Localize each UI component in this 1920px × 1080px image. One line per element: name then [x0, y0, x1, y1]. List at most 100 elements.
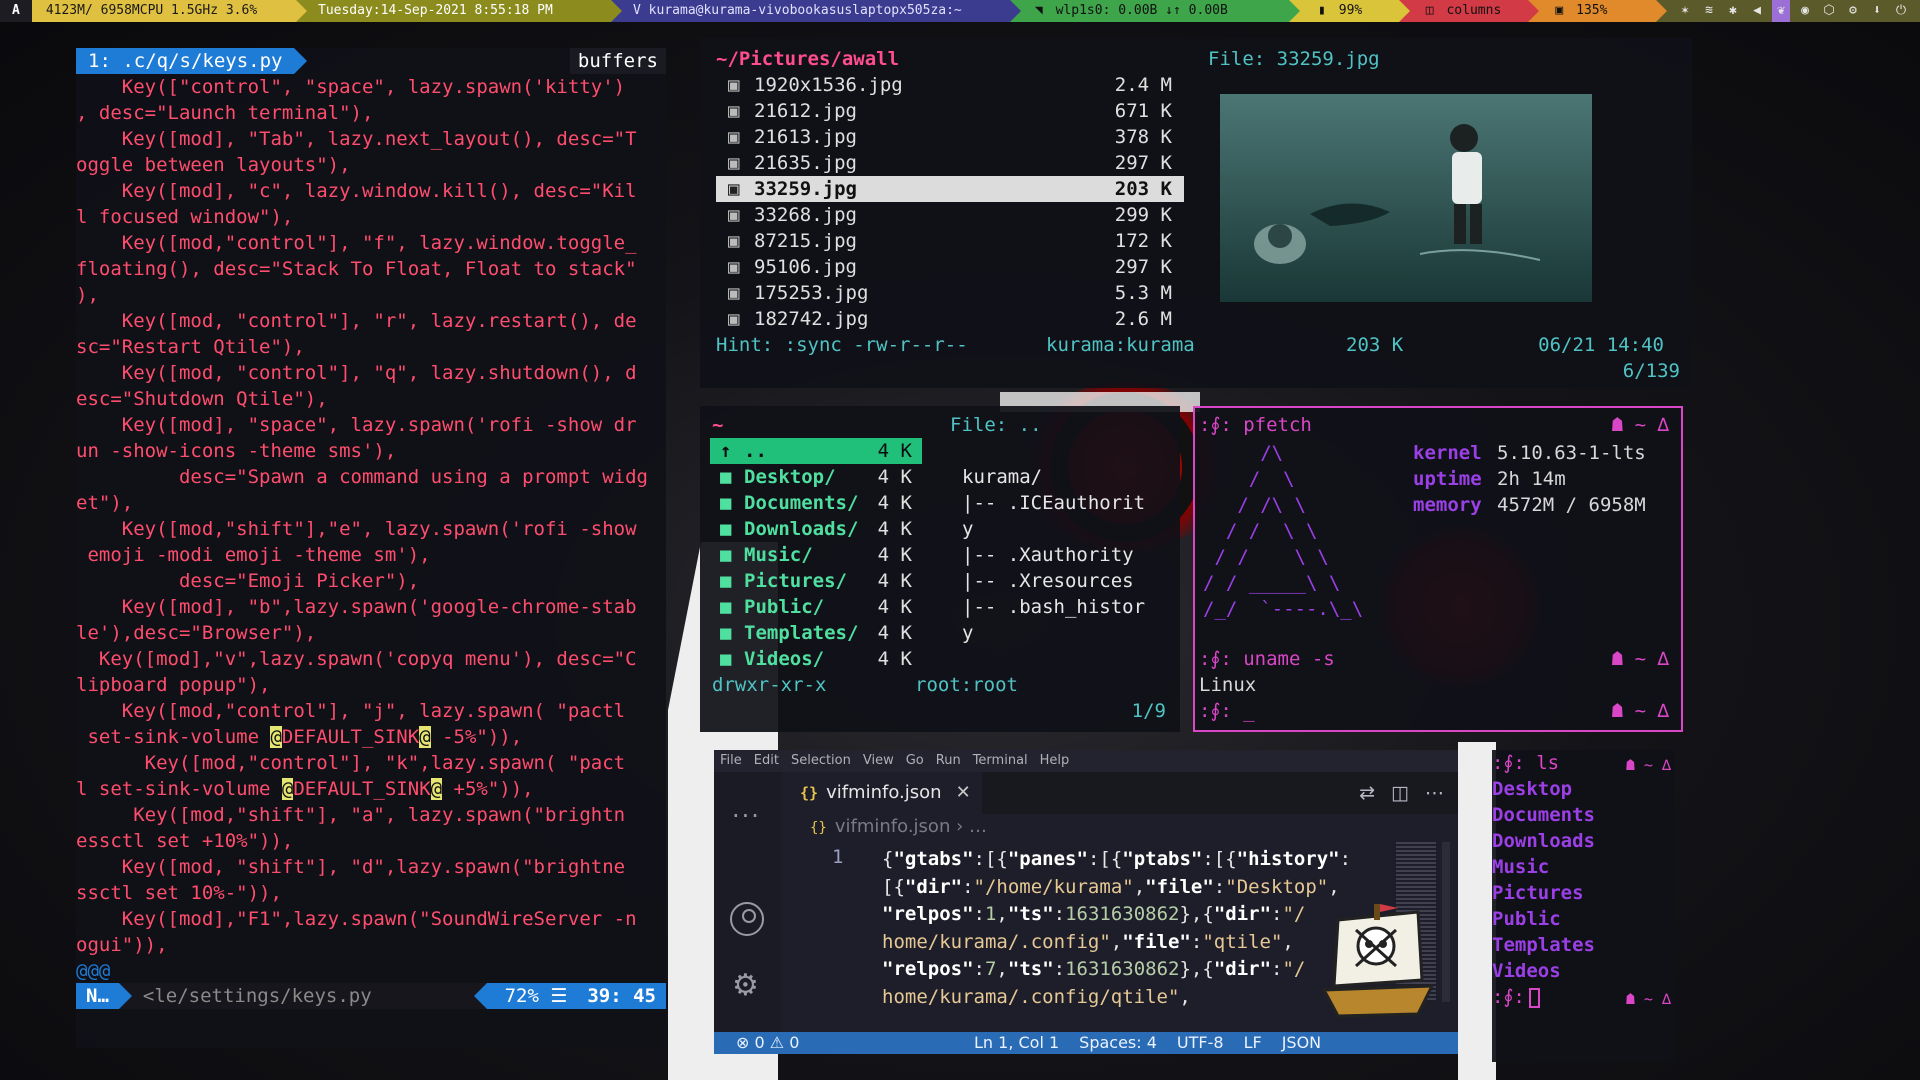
ls-terminal[interactable]: :∮: ls ☗ ~ ∆ Desktop Documents Downloads Mu…: [1492, 750, 1675, 1062]
network-widget: ◥ wlp1s0: 0.00B ↓↑ 0.00B: [1009, 0, 1301, 22]
language-mode[interactable]: JSON: [1282, 1032, 1321, 1054]
tray-chrome-icon[interactable]: ◉: [1796, 0, 1814, 22]
file-row[interactable]: ▣ 1920x1536.jpg 2.4 M: [716, 72, 1184, 98]
dir-row[interactable]: ■ Music/4 K: [710, 542, 922, 568]
vim-editor-pane[interactable]: 1: .c/q/s/keys.py buffers Key(["control"…: [76, 48, 666, 1048]
dir-row[interactable]: ■ Videos/4 K: [710, 646, 922, 672]
dir-size: 4 K: [877, 544, 912, 566]
dir-row[interactable]: ■ Downloads/4 K: [710, 516, 922, 542]
vim-buffer-tab[interactable]: 1: .c/q/s/keys.py: [76, 48, 308, 74]
file-row[interactable]: ▣ 33268.jpg 299 K: [716, 202, 1184, 228]
menu-item-run[interactable]: Run: [936, 750, 961, 772]
layout-widget[interactable]: ◫ columns: [1398, 0, 1539, 22]
cursor-position[interactable]: Ln 1, Col 1: [974, 1032, 1059, 1054]
dir-name: Public/: [744, 596, 825, 618]
file-row[interactable]: ▣ 175253.jpg 5.3 M: [716, 280, 1184, 306]
dir-row[interactable]: ■ Templates/4 K: [710, 620, 922, 646]
ls-entry: Downloads: [1492, 830, 1595, 852]
launcher-button[interactable]: A: [0, 0, 32, 22]
tray-wifi-icon[interactable]: ≋: [1700, 0, 1718, 22]
file-name: 182742.jpg: [754, 308, 869, 330]
menu-item-terminal[interactable]: Terminal: [973, 750, 1028, 772]
file-name: 33268.jpg: [754, 204, 857, 226]
vifm-home-pane[interactable]: ~ File: .. ↑.. 4 K ■ Desktop/4 K ■ Documents/…: [700, 406, 1180, 732]
file-row[interactable]: ▣ 21612.jpg 671 K: [716, 98, 1184, 124]
vim-code-line: l focused window"),: [76, 206, 294, 228]
more-actions-icon[interactable]: ⋯: [1425, 772, 1444, 814]
tray-shield-icon[interactable]: ⬡: [1820, 0, 1838, 22]
dir-row[interactable]: ↑.. 4 K: [710, 438, 922, 464]
layout-text: columns: [1446, 3, 1502, 18]
file-name: 175253.jpg: [754, 282, 869, 304]
tray-power-icon[interactable]: ⏻: [1892, 0, 1910, 22]
menu-item-selection[interactable]: Selection: [791, 750, 851, 772]
folder-icon: ■: [720, 544, 732, 566]
breadcrumb[interactable]: {} vifminfo.json › …: [810, 816, 987, 837]
image-file-icon: ▣: [728, 74, 740, 96]
dir-size: 4 K: [877, 492, 912, 514]
file-size: 299 K: [1114, 204, 1172, 226]
dir-row[interactable]: ■ Public/4 K: [710, 594, 922, 620]
menu-item-file[interactable]: File: [720, 750, 742, 772]
vim-code-line: desc="Emoji Picker"),: [76, 570, 420, 592]
tray-download-icon[interactable]: ⬇: [1868, 0, 1886, 22]
system-tray: ✶ ≋ ✱ ◀ ❦ ◉ ⬡ ⚙ ⬇ ⏻: [1656, 0, 1920, 22]
compare-icon[interactable]: ⇄: [1359, 772, 1375, 814]
file-size: 5.3 M: [1114, 282, 1172, 304]
breadcrumb-file: vifminfo.json: [834, 816, 951, 837]
code-line: "relpos":7,"ts":1631630862},{"dir":"/: [882, 958, 1306, 980]
tray-speaker-icon[interactable]: ◀: [1748, 0, 1766, 22]
tray-steam-icon[interactable]: ✶: [1676, 0, 1694, 22]
file-row[interactable]: ▣ 182742.jpg 2.6 M: [716, 306, 1184, 332]
vim-code-line: , desc="Launch terminal"),: [76, 102, 374, 124]
prompt-right-segment: ☗ ~ ∆: [1611, 700, 1669, 722]
file-row[interactable]: ▣ 21613.jpg 378 K: [716, 124, 1184, 150]
preview-illustration: [1220, 94, 1592, 302]
menu-item-edit[interactable]: Edit: [754, 750, 779, 772]
more-icon[interactable]: ···: [732, 802, 761, 830]
tray-bluetooth-icon[interactable]: ✱: [1724, 0, 1742, 22]
file-row[interactable]: ▣ 95106.jpg 297 K: [716, 254, 1184, 280]
vim-code-line: desc="Spawn a command using a prompt wid…: [76, 466, 648, 488]
ls-prompt: :∮: ls: [1492, 752, 1560, 774]
vim-text-area[interactable]: Key(["control", "space", lazy.spawn('kit…: [76, 74, 666, 984]
end-of-line[interactable]: LF: [1244, 1032, 1262, 1054]
menu-item-help[interactable]: Help: [1040, 750, 1070, 772]
tray-gear-icon[interactable]: ⚙: [1844, 0, 1862, 22]
ls-entry: Music: [1492, 856, 1550, 878]
file-row[interactable]: ▣ 21635.jpg 297 K: [716, 150, 1184, 176]
indentation[interactable]: Spaces: 4: [1079, 1032, 1157, 1054]
problems-indicator[interactable]: ⊗ 0 ⚠ 0: [714, 1032, 974, 1054]
image-file-icon: ▣: [728, 230, 740, 252]
pfetch-terminal[interactable]: :∮: pfetch ☗ ~ ∆ /\ / \ / /\ \ / / \ \ /…: [1193, 406, 1683, 732]
vim-code-line: sc="Restart Qtile"),: [76, 336, 305, 358]
dir-row[interactable]: ■ Documents/4 K: [710, 490, 922, 516]
vifm-pictures-pane[interactable]: ~/Pictures/awall File: 33259.jpg ▣ 1920x1…: [700, 38, 1692, 388]
account-icon[interactable]: [730, 902, 764, 936]
menu-item-view[interactable]: View: [863, 750, 894, 772]
settings-gear-icon[interactable]: ⚙: [732, 968, 759, 1003]
dir-row[interactable]: ■ Pictures/4 K: [710, 568, 922, 594]
volume-widget[interactable]: ▣ 135%: [1528, 0, 1667, 22]
ls-current-prompt[interactable]: :∮:: [1492, 984, 1540, 1010]
split-editor-icon[interactable]: ◫: [1391, 772, 1409, 814]
file-row[interactable]: ▣ 87215.jpg 172 K: [716, 228, 1184, 254]
dir-row[interactable]: ■ Desktop/4 K: [710, 464, 922, 490]
current-prompt[interactable]: :∮: _: [1199, 698, 1255, 724]
menu-item-go[interactable]: Go: [906, 750, 924, 772]
vertical-scrollbar[interactable]: [1442, 842, 1450, 1002]
ls-output: Desktop Documents Downloads Music Pictures Pu…: [1492, 776, 1595, 984]
system-info: kernel 5.10.63-1-lts uptime 2h 14m memory 457…: [1413, 440, 1646, 518]
battery-text: 99%: [1338, 3, 1363, 18]
clock-widget: Tuesday:14-Sep-2021 8:55:18 PM: [296, 0, 623, 22]
volume-icon: ▣: [1555, 3, 1564, 18]
tab-vifminfo-json[interactable]: {} vifminfo.json ✕: [782, 772, 982, 814]
code-line: {"gtabs":[{"panes":[{"ptabs":[{"history"…: [882, 848, 1352, 870]
vim-code-line: esc="Shutdown Qtile"),: [76, 388, 328, 410]
vscode-menubar: File Edit Selection View Go Run Terminal Help: [714, 750, 1458, 772]
file-row[interactable]: ▣ 33259.jpg 203 K: [716, 176, 1184, 202]
close-tab-icon[interactable]: ✕: [956, 782, 971, 803]
encoding[interactable]: UTF-8: [1177, 1032, 1224, 1054]
tray-app-icon[interactable]: ❦: [1772, 0, 1790, 22]
file-size: 2.4 M: [1114, 74, 1172, 96]
